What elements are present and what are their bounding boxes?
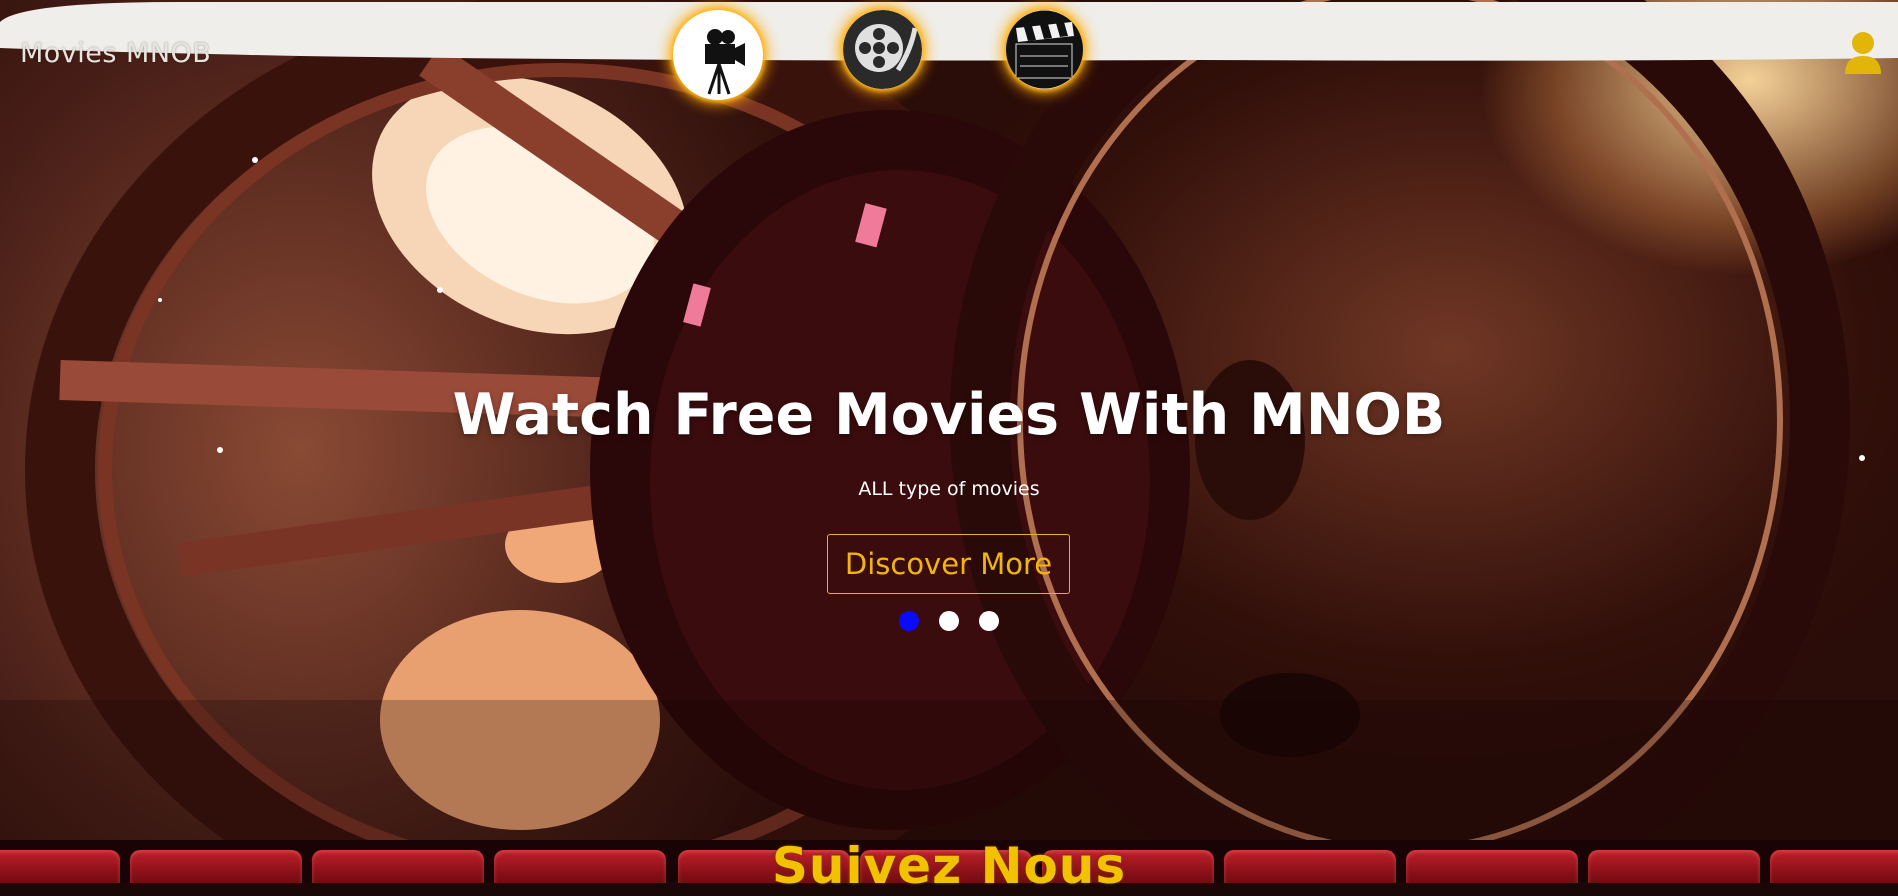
discover-more-button[interactable]: Discover More [827, 534, 1070, 594]
hero-subtitle: ALL type of movies [858, 478, 1040, 500]
user-icon[interactable] [1843, 30, 1883, 76]
follow-us-heading: Suivez Nous [771, 837, 1127, 895]
header-bar [0, 2, 1898, 61]
clapperboard-icon [1006, 10, 1083, 89]
slide-dot-2[interactable] [939, 611, 959, 631]
clapperboard-nav[interactable] [1006, 10, 1083, 89]
slide-dot-1[interactable] [899, 611, 919, 631]
movie-camera-nav[interactable] [673, 10, 763, 100]
brand-logo[interactable]: Movies MNOB [20, 38, 211, 69]
slide-dot-3[interactable] [979, 611, 999, 631]
hero-title: Watch Free Movies With MNOB [452, 382, 1446, 448]
movie-camera-icon [705, 29, 745, 95]
slider-dots [899, 611, 999, 631]
film-reel-nav[interactable] [843, 10, 922, 89]
film-reel-icon [843, 10, 922, 89]
